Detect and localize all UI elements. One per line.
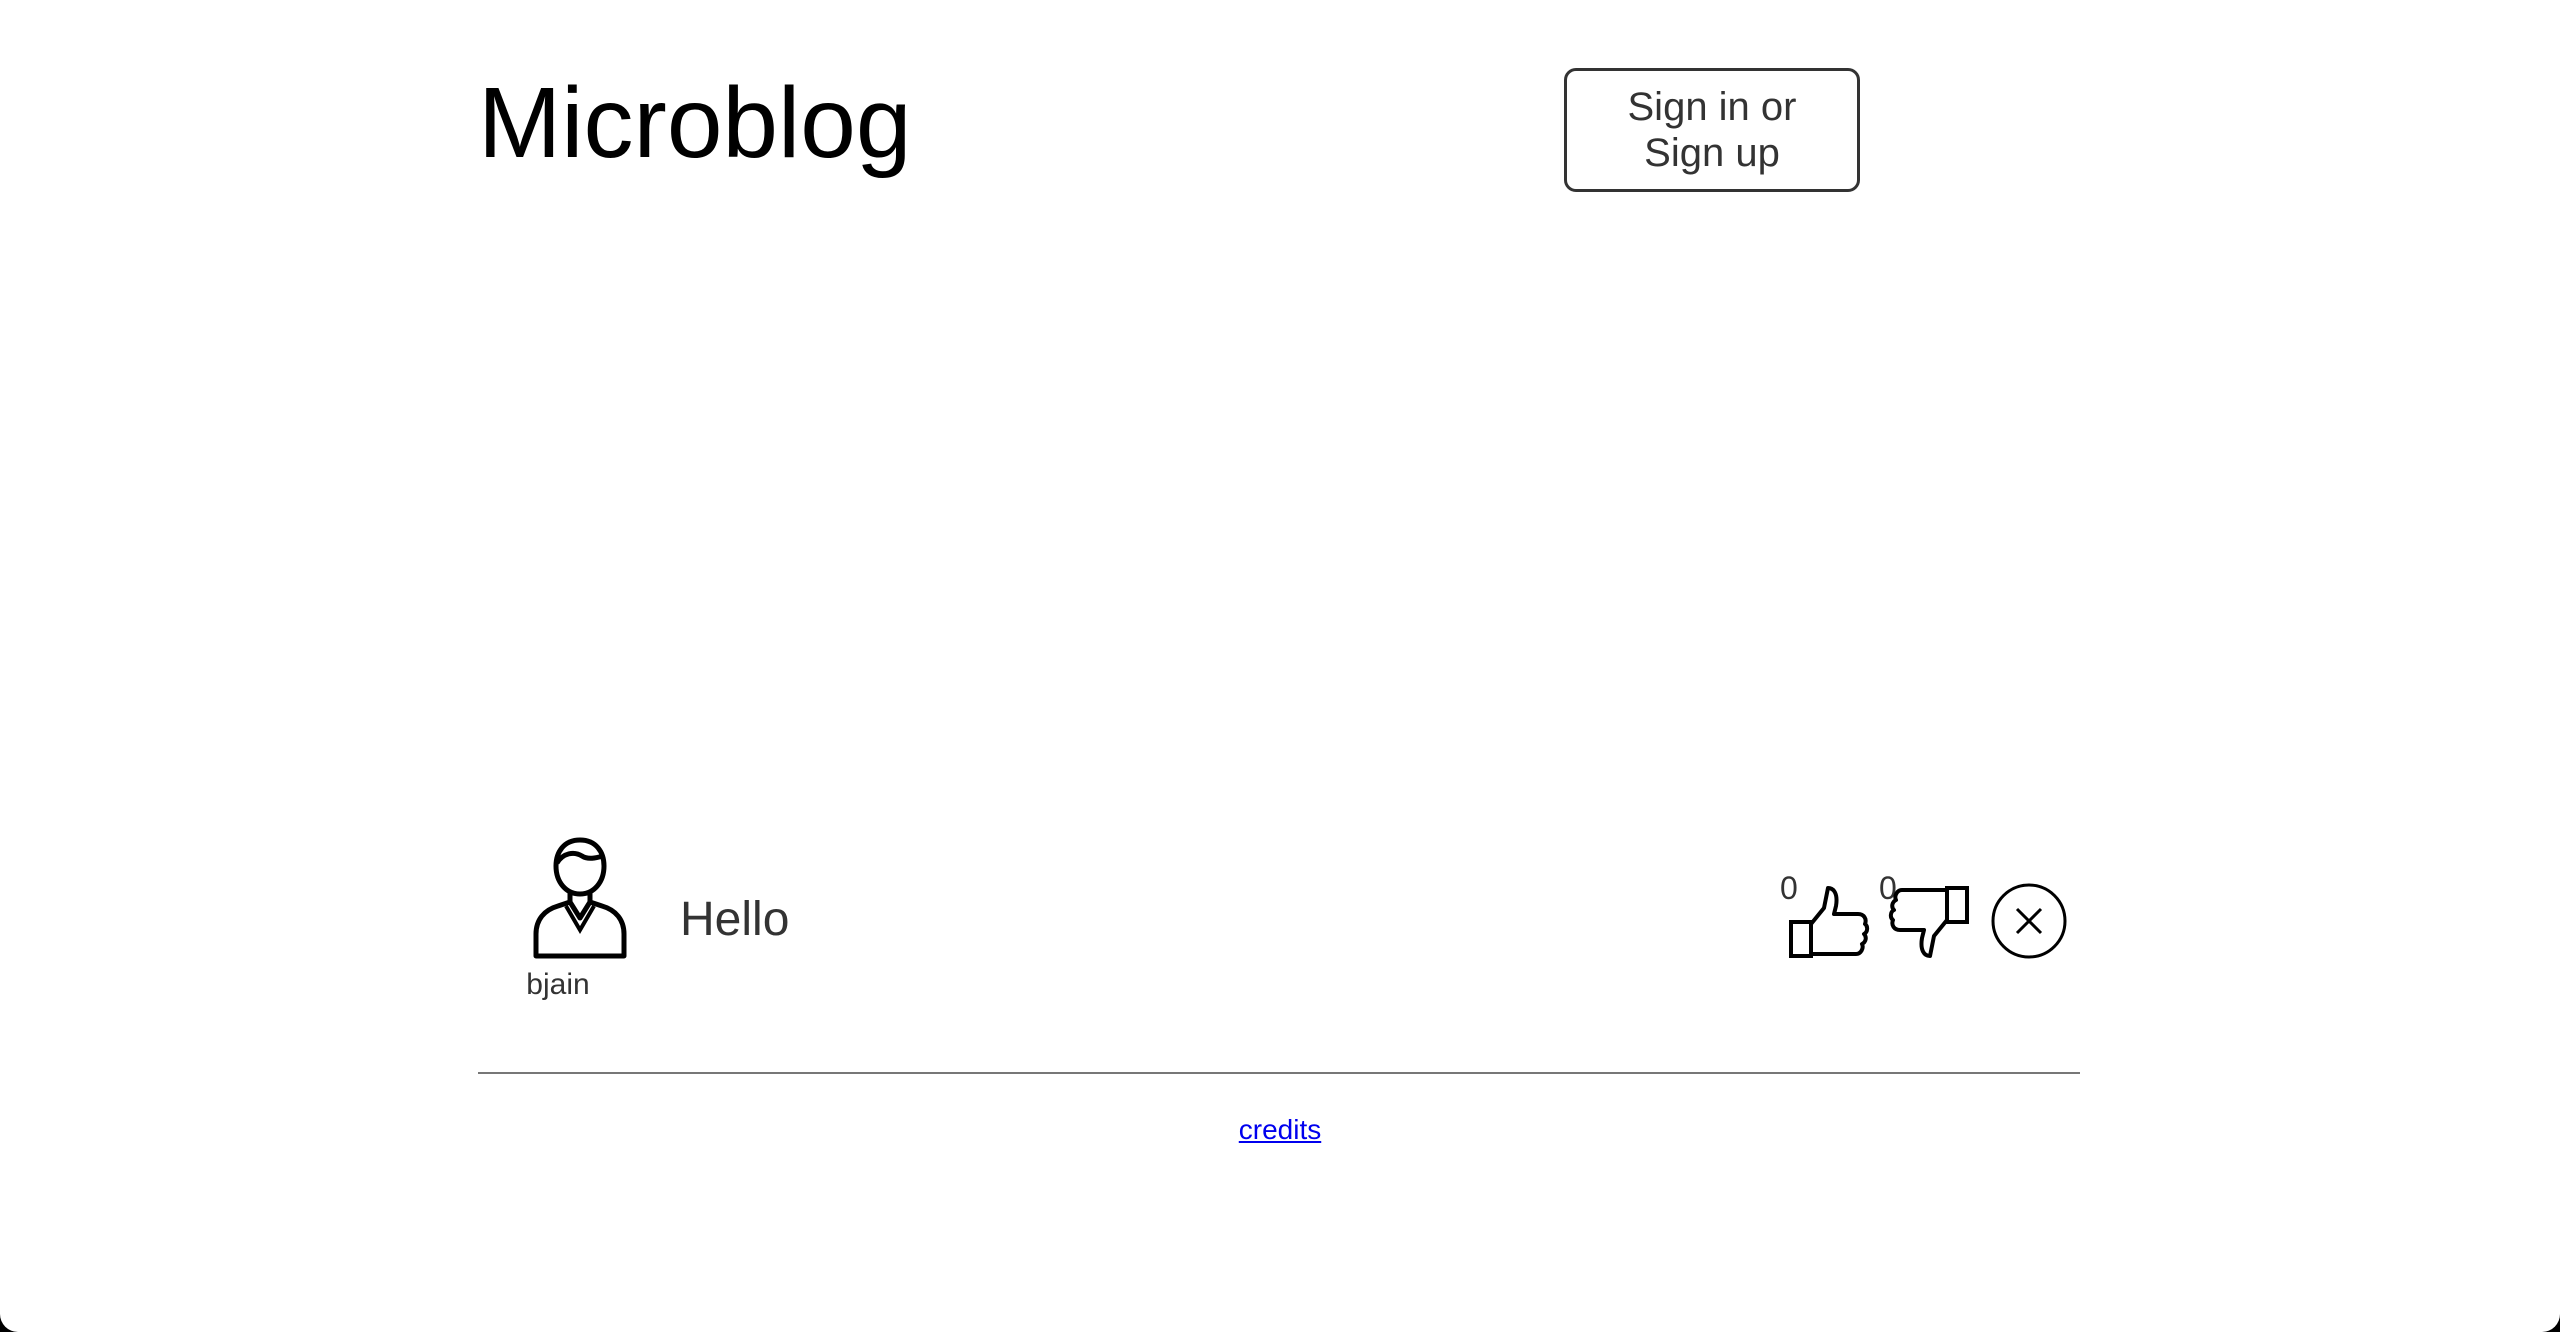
credits-link[interactable]: credits (0, 1114, 2560, 1146)
app-title: Microblog (478, 67, 912, 179)
post-username: bjain (526, 968, 590, 1001)
user-avatar-icon (533, 837, 627, 959)
thumbs-down-icon[interactable] (1888, 884, 1970, 960)
sign-in-button[interactable]: Sign in or Sign up (1564, 68, 1860, 192)
page: Microblog Sign in or Sign up bjain Hello… (0, 0, 2560, 1332)
post-item: bjain Hello 0 0 (478, 836, 2080, 1016)
post-text: Hello (680, 893, 790, 946)
thumbs-up-icon[interactable] (1788, 884, 1870, 960)
close-circle-icon[interactable] (1990, 882, 2068, 960)
footer-divider (478, 1072, 2080, 1074)
